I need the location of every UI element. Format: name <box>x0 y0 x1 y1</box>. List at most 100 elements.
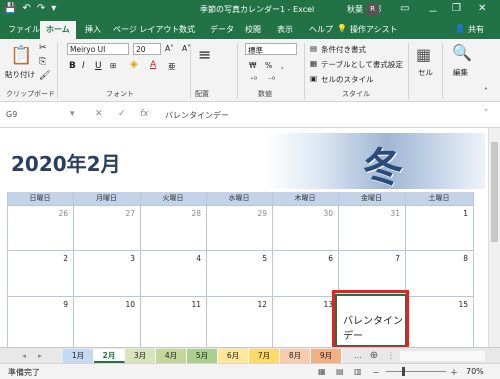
editing-button[interactable]: 編集 <box>453 67 468 78</box>
redo-icon[interactable]: ↷ <box>37 3 45 14</box>
day-number[interactable]: 12 <box>247 300 267 309</box>
conditional-format-button[interactable]: 条件付き書式 <box>321 44 366 55</box>
tab-help[interactable]: ヘルプ <box>309 24 333 35</box>
horizontal-scrollbar[interactable] <box>400 351 485 361</box>
more-sheets[interactable]: ... <box>352 349 364 363</box>
bold-button[interactable]: B <box>69 61 76 71</box>
paste-icon[interactable]: 📋 <box>10 45 32 66</box>
tab-review[interactable]: 校閲 <box>245 24 261 35</box>
minimize-button[interactable]: － <box>428 3 438 18</box>
day-number[interactable]: 4 <box>181 254 201 263</box>
day-number[interactable]: 7 <box>380 254 400 263</box>
sheet-tab[interactable]: 3月 <box>125 349 156 363</box>
tab-insert[interactable]: 挿入 <box>85 24 101 35</box>
insert-function-icon[interactable]: fx <box>140 109 149 119</box>
tab-scroll-left-icon[interactable]: ◂ <box>18 349 30 363</box>
currency-icon[interactable]: ₩ <box>249 61 256 70</box>
tab-page-layout[interactable]: ページ レイアウト <box>113 24 179 35</box>
paste-button[interactable]: 貼り付け <box>5 69 35 80</box>
close-button[interactable]: ✕ <box>478 3 486 14</box>
tab-view[interactable]: 表示 <box>277 24 293 35</box>
tab-home[interactable]: ホーム <box>40 21 76 39</box>
tab-split-icon[interactable]: ⋮ <box>386 349 396 363</box>
phonetic-icon[interactable]: 亜 <box>168 61 176 72</box>
vertical-scrollbar[interactable] <box>488 128 500 347</box>
fill-color-icon[interactable]: ◈ <box>130 59 138 70</box>
format-as-table-button[interactable]: テーブルとして書式設定 <box>321 59 403 70</box>
sheet-tab[interactable]: 4月 <box>156 349 187 363</box>
percent-button[interactable]: % <box>265 61 272 70</box>
italic-button[interactable]: I <box>82 61 85 71</box>
font-name-select[interactable]: Meiryo UI <box>67 43 129 55</box>
day-number[interactable]: 28 <box>181 209 201 218</box>
day-number[interactable]: 11 <box>181 300 201 309</box>
cancel-icon[interactable]: ✕ <box>95 109 103 119</box>
day-number[interactable]: 30 <box>313 209 333 218</box>
cut-icon[interactable]: ✂ <box>39 43 47 53</box>
day-number[interactable]: 8 <box>448 254 468 263</box>
avatar[interactable]: R <box>366 3 379 16</box>
sheet-tab[interactable]: 6月 <box>218 349 249 363</box>
tab-tell-me[interactable]: 操作アシスト <box>350 24 398 35</box>
save-icon[interactable]: 💾 <box>4 3 16 14</box>
day-number[interactable]: 3 <box>115 254 135 263</box>
day-number[interactable]: 15 <box>448 300 468 309</box>
day-number[interactable]: 1 <box>448 209 468 218</box>
normal-view-icon[interactable]: ▦ <box>318 367 326 376</box>
search-icon[interactable]: 🔍 <box>452 43 472 62</box>
collapse-ribbon-icon[interactable]: ˄ <box>484 87 488 96</box>
number-format-select[interactable]: 標準 <box>245 43 297 55</box>
tab-scroll-right-icon[interactable]: ▸ <box>34 349 46 363</box>
format-painter-icon[interactable]: 🖌 <box>39 71 50 81</box>
tab-data[interactable]: データ <box>210 24 234 35</box>
day-number[interactable]: 27 <box>115 209 135 218</box>
cells-button[interactable]: セル <box>418 67 433 78</box>
day-number[interactable]: 2 <box>48 254 68 263</box>
tab-file[interactable]: ファイル <box>8 24 40 35</box>
grow-font-icon[interactable]: A˄ <box>165 44 174 53</box>
day-number[interactable]: 9 <box>48 300 68 309</box>
page-break-view-icon[interactable]: ▥ <box>354 367 362 376</box>
day-number[interactable]: 6 <box>313 254 333 263</box>
zoom-slider-thumb[interactable] <box>402 367 405 376</box>
formula-input[interactable]: バレンタインデー <box>165 110 229 121</box>
ribbon-display-icon[interactable]: ▭ <box>400 3 409 14</box>
zoom-in-button[interactable]: ＋ <box>450 367 458 378</box>
zoom-slider[interactable] <box>386 371 446 372</box>
share-button[interactable]: 共有 <box>468 24 484 35</box>
namebox-dropdown-icon[interactable]: ▾ <box>70 109 75 119</box>
sheet-tab[interactable]: 9月 <box>311 349 342 363</box>
underline-button[interactable]: U <box>95 61 102 71</box>
alignment-icon[interactable]: ≡ <box>198 45 211 64</box>
font-size-select[interactable]: 20 <box>133 43 161 55</box>
sheet-tab[interactable]: 1月 <box>63 349 94 363</box>
day-number[interactable]: 31 <box>380 209 400 218</box>
add-sheet-icon[interactable]: ⊕ <box>367 349 381 363</box>
confirm-icon[interactable]: ✓ <box>118 109 126 119</box>
name-box[interactable]: G9 <box>6 110 66 124</box>
conditional-format-icon[interactable]: ▤ <box>310 44 317 53</box>
scroll-thumb[interactable] <box>491 142 498 242</box>
sheet-tab[interactable]: 5月 <box>187 349 218 363</box>
cell-styles-icon[interactable]: ▣ <box>310 74 317 83</box>
sheet-tab[interactable]: 2月 <box>94 349 125 363</box>
day-number[interactable]: 29 <box>247 209 267 218</box>
tab-formulas[interactable]: 数式 <box>179 24 195 35</box>
expand-formula-icon[interactable]: ˅ <box>484 109 489 119</box>
copy-icon[interactable]: ⎘ <box>39 57 46 67</box>
undo-icon[interactable]: ↶ <box>22 3 30 14</box>
page-layout-view-icon[interactable]: ▤ <box>336 367 344 376</box>
font-color-icon[interactable]: A <box>150 60 156 70</box>
day-number[interactable]: 13 <box>313 300 333 309</box>
sheet-tab[interactable]: 8月 <box>280 349 311 363</box>
day-number[interactable]: 5 <box>247 254 267 263</box>
restore-button[interactable]: ❐ <box>452 3 461 14</box>
cells-icon[interactable]: ▦ <box>416 45 431 64</box>
day-number[interactable]: 10 <box>115 300 135 309</box>
increase-decimal-icon[interactable]: ⁺⁰ <box>250 75 257 84</box>
cell-styles-button[interactable]: セルのスタイル <box>321 74 374 85</box>
comma-icon[interactable]: , <box>281 61 283 70</box>
decrease-decimal-icon[interactable]: ⁻⁰ <box>268 75 275 84</box>
worksheet[interactable]: 冬 2020年2月 日曜日 月曜日 火曜日 水曜日 木曜日 金曜日 土曜日 26 27 28 29 3… <box>0 128 488 347</box>
format-as-table-icon[interactable]: ▦ <box>310 59 317 68</box>
